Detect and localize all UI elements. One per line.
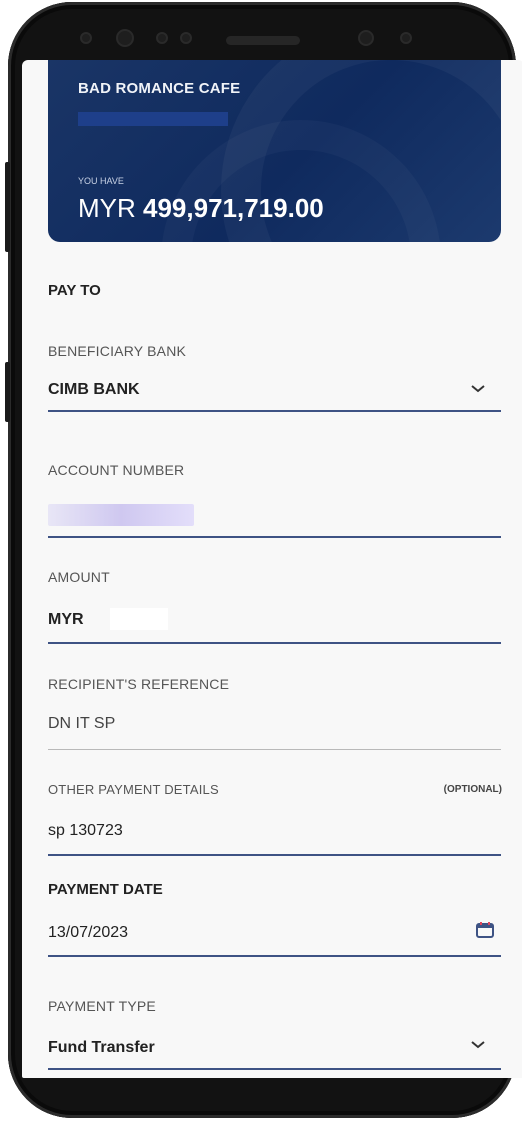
amount-underline [48,642,501,644]
chevron-down-icon[interactable] [470,381,486,397]
proximity-sensor-icon [358,30,374,46]
sensor-dot [156,32,168,44]
account-balance-card: BAD ROMANCE CAFE YOU HAVE MYR 499,971,71… [48,60,501,242]
amount-input[interactable] [110,608,168,630]
phone-bottom-bezel [22,1078,516,1118]
side-button-left-2 [5,362,10,422]
account-number-input[interactable] [48,504,194,526]
payment-type-label: PAYMENT TYPE [48,998,156,1014]
side-button-left [5,162,10,252]
chevron-down-icon[interactable] [470,1037,486,1053]
redacted-account-info [78,112,228,126]
other-payment-details-input[interactable]: sp 130723 [48,822,123,840]
recipient-reference-underline [48,749,501,750]
payment-date-input[interactable]: 13/07/2023 [48,924,128,942]
pay-to-heading: PAY TO [48,282,101,299]
app-screen: BAD ROMANCE CAFE YOU HAVE MYR 499,971,71… [22,60,522,1078]
payment-type-underline [48,1068,501,1070]
account-name: BAD ROMANCE CAFE [78,80,241,97]
sensor-dot [180,32,192,44]
beneficiary-bank-label: BENEFICIARY BANK [48,343,187,359]
account-number-underline [48,536,501,538]
payment-type-select[interactable]: Fund Transfer [48,1039,155,1057]
beneficiary-bank-select[interactable]: CIMB BANK [48,381,140,399]
recipient-reference-input[interactable]: DN IT SP [48,715,115,733]
earpiece-speaker [226,36,300,45]
amount-currency: MYR [48,611,84,628]
recipient-reference-label: RECIPIENT'S REFERENCE [48,676,230,692]
beneficiary-bank-underline [48,410,501,412]
balance-label: YOU HAVE [78,176,124,186]
sensor-dot [80,32,92,44]
amount-label: AMOUNT [48,569,110,585]
account-number-label: ACCOUNT NUMBER [48,462,185,478]
payment-date-underline [48,955,501,957]
sensor-dot [400,32,412,44]
phone-frame: BAD ROMANCE CAFE YOU HAVE MYR 499,971,71… [5,2,522,1118]
other-payment-details-underline [48,854,501,856]
calendar-icon[interactable] [476,922,494,938]
optional-tag: (OPTIONAL) [443,784,502,795]
phone-top-bar [8,2,516,60]
payment-date-label: PAYMENT DATE [48,881,163,898]
balance-value: 499,971,719.00 [143,193,324,223]
balance-amount: MYR 499,971,719.00 [78,193,324,224]
front-camera-icon [116,29,134,47]
balance-currency: MYR [78,193,136,223]
other-payment-details-label: OTHER PAYMENT DETAILS [48,782,219,797]
